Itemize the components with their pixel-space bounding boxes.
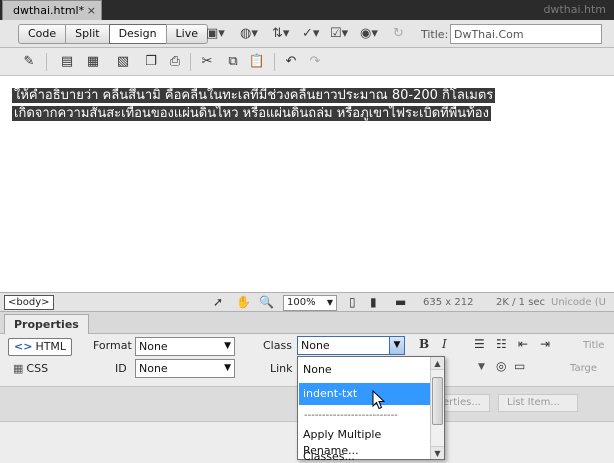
italic-button[interactable]: I [442,337,447,351]
toolbar-separator [190,53,191,71]
window-size[interactable]: 635 x 212 [423,297,473,308]
rename-class-option[interactable]: Rename... [299,440,430,462]
live-view-button[interactable]: Live [165,24,209,44]
preview-browser-icon[interactable]: ◍▾ [240,25,258,43]
css-mode-label: CSS [26,362,49,375]
undo-icon[interactable]: ↶ [282,53,300,71]
scroll-up-icon[interactable]: ▲ [431,357,444,370]
paragraph-line-1: ให้คำอธิบายว่า คลื่นสึนามิ คือคลื่นในทะเ… [12,88,496,103]
save-all-icon[interactable]: ❐ [142,53,160,71]
html-mode-label: HTML [35,340,67,353]
class-option-none[interactable]: None [299,359,430,381]
format-select[interactable]: None ▼ [135,337,235,356]
standard-toolbar: ✎ ▤ ▦ ▧ ❐ ⎙ ✂ ⧉ 📋 ↶ ↷ [0,48,614,76]
title-label: Title: [421,28,449,41]
document-tab-label: dwthai.html* [13,4,85,17]
link-label: Link [270,362,293,375]
class-option-indent-txt[interactable]: indent-txt [299,383,430,405]
outdent-icon[interactable]: ⇤ [518,337,528,351]
class-value: None [301,339,330,352]
chevron-down-icon: ▼ [224,341,231,351]
tag-selector-body[interactable]: <body> [4,295,54,310]
document-tab[interactable]: dwthai.html* × [2,0,102,20]
copy-icon[interactable]: ⧉ [224,53,242,71]
encoding: Unicode (U [551,297,606,308]
css-mode-button[interactable]: ▦ CSS [8,361,53,379]
title-input[interactable] [450,24,602,44]
view-buttons: Code Split Design Live [18,24,209,44]
select-tool-icon[interactable]: ➚ [213,295,223,310]
visual-aids-icon[interactable]: ◉▾ [360,25,378,43]
scroll-down-icon[interactable]: ▼ [431,446,444,459]
class-dropdown-list: None indent-txt ------------------------… [297,356,445,463]
paste-icon[interactable]: 📋 [248,53,266,71]
unordered-list-icon[interactable]: ☰ [474,337,485,351]
point-to-file-icon[interactable]: ◎ [496,359,506,373]
class-label: Class [263,339,292,352]
html-mode-button[interactable]: <> HTML [8,338,73,356]
chevron-down-icon: ▼ [326,298,333,307]
background-tab-label: dwthai.htm [543,3,606,16]
bold-button[interactable]: B [419,337,429,351]
multiscreen-icon[interactable]: ▣▾ [206,25,225,43]
properties-panel-header: Properties [0,312,614,334]
list-item-button[interactable]: List Item... [498,394,578,412]
scrollbar-thumb[interactable] [432,377,443,425]
open-icon[interactable]: ▤ [58,53,76,71]
toolbar-separator [274,53,275,71]
file-management-icon[interactable]: ⇅▾ [272,25,289,43]
properties-tab[interactable]: Properties [4,314,89,334]
title-field-label: Title [583,340,605,351]
chevron-down-icon: ▼ [224,363,231,373]
cut-icon[interactable]: ✂ [198,53,216,71]
format-label: Format [93,339,132,352]
download-size: 2K / 1 sec [496,297,546,308]
ordered-list-icon[interactable]: ☷ [496,337,507,351]
target-field-label: Targe [570,363,598,374]
selected-paragraph[interactable]: ให้คำอธิบายว่า คลื่นสึนามิ คือคลื่นในทะเ… [12,87,496,123]
class-select[interactable]: None ▼ [297,336,405,355]
toolbar-separator [46,53,47,71]
id-select[interactable]: None ▼ [135,359,235,378]
mobile-size-icon[interactable]: ▯ [349,295,356,310]
format-value: None [139,340,168,353]
zoom-tool-icon[interactable]: 🔍 [259,295,274,310]
close-tab-icon[interactable]: × [87,4,96,17]
refresh-icon[interactable]: ↻ [393,25,404,43]
document-tab-bar: dwthai.html* × dwthai.htm [0,0,614,20]
w3c-validation-icon[interactable]: ✓▾ [302,25,319,43]
dropdown-scrollbar[interactable]: ▲ ▼ [430,357,444,459]
mouse-cursor-icon [372,390,386,410]
link-dropdown-arrow[interactable]: ▼ [478,362,485,372]
save-icon[interactable]: ▧ [114,53,132,71]
desktop-size-icon[interactable]: ▬ [395,295,406,310]
tablet-size-icon[interactable]: ▮ [370,295,377,310]
zoom-value: 100% [287,297,316,308]
class-option-separator: -------------------------- [304,411,398,421]
paragraph-line-2: เกิดจากความสั่นสะเทือนของแผ่นดินไหว หรือ… [12,106,491,121]
zoom-select[interactable]: 100% ▼ [283,295,337,311]
code-view-button[interactable]: Code [18,24,67,44]
new-document-icon[interactable]: ✎ [20,53,38,71]
hand-tool-icon[interactable]: ✋ [236,295,251,310]
id-value: None [139,362,168,375]
chevron-down-icon[interactable]: ▼ [389,337,404,354]
browser-compatibility-icon[interactable]: ☑▾ [330,25,348,43]
indent-icon[interactable]: ⇥ [540,337,550,351]
redo-icon[interactable]: ↷ [306,53,324,71]
document-toolbar: Code Split Design Live ▣▾ ◍▾ ⇅▾ ✓▾ ☑▾ ◉▾… [0,20,614,48]
status-bar: <body> ➚ ✋ 🔍 100% ▼ ▯ ▮ ▬ 635 x 212 2K /… [0,292,614,312]
browse-folder-icon[interactable]: ▭ [514,359,525,373]
html-code-icon: <> [14,340,33,353]
css-grid-icon: ▦ [13,362,24,375]
split-view-button[interactable]: Split [65,24,110,44]
design-view-button[interactable]: Design [108,24,167,44]
id-label: ID [115,362,127,375]
print-code-icon[interactable]: ⎙ [166,53,184,71]
design-canvas[interactable]: ให้คำอธิบายว่า คลื่นสึนามิ คือคลื่นในทะเ… [0,76,614,292]
browse-bridge-icon[interactable]: ▦ [84,53,102,71]
